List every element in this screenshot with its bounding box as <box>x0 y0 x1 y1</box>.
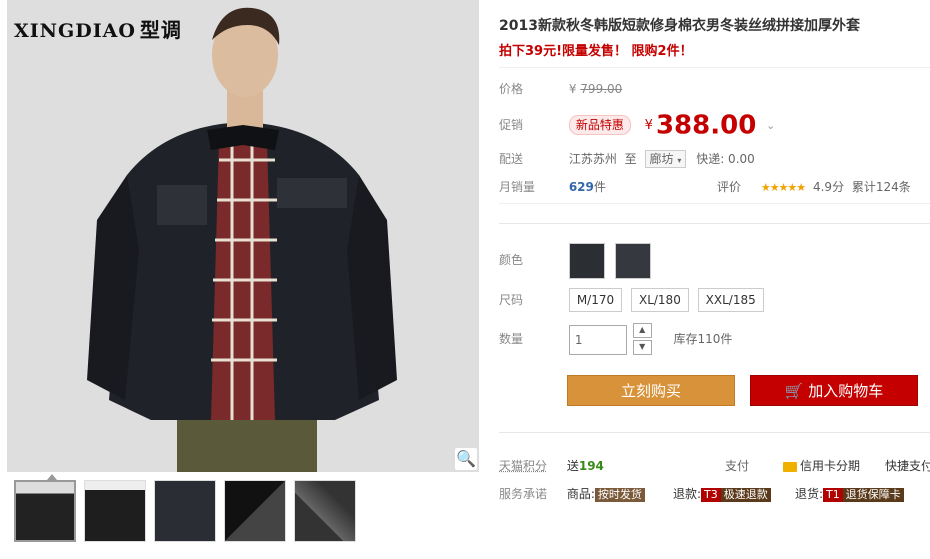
chevron-down-icon[interactable]: ⌄ <box>766 119 775 132</box>
pay-label: 支付 <box>725 459 750 473</box>
price-box: 价格 ¥ 799.00 促销 新品特惠 ¥388.00 ⌄ 配送 江苏苏州 至 … <box>499 67 930 204</box>
product-main-image[interactable]: XINGDIAO 型调 🔍 <box>7 0 479 472</box>
gallery: XINGDIAO 型调 🔍 <box>7 0 479 559</box>
brand-cn: 型调 <box>139 18 182 42</box>
divider <box>499 223 930 224</box>
size-row: 尺码 M/170 XL/180 XXL/185 <box>499 288 769 312</box>
original-price: 799.00 <box>580 82 623 96</box>
sales-label: 月销量 <box>499 180 536 194</box>
color-swatch-1[interactable] <box>568 242 605 279</box>
service-row: 服务承诺 商品: 按时发货 退款: T3 极速退款 退货: T1 退货保障卡 <box>499 483 930 505</box>
currency-symbol: ¥ <box>568 82 577 96</box>
model-illustration <box>7 0 479 472</box>
product-subtitle: 拍下39元!限量发售！ 限购2件！ <box>499 44 693 59</box>
goods-tag[interactable]: 按时发货 <box>594 488 645 502</box>
promo-badge: 新品特惠 <box>568 115 631 135</box>
add-to-cart-button[interactable]: 🛒 加入购物车 <box>750 375 918 406</box>
shipping-to-word: 至 <box>624 152 637 166</box>
size-option[interactable]: XL/180 <box>630 288 689 312</box>
sales-unit: 件 <box>593 180 606 194</box>
rating-stars: ★★★★★ <box>760 181 806 194</box>
refund-label: 退款: <box>673 487 702 501</box>
return-label: 退货: <box>795 487 824 501</box>
shipping-label: 配送 <box>499 152 524 166</box>
goods-label: 商品: <box>566 487 595 501</box>
quantity-stepper: ▲ ▼ <box>632 322 652 357</box>
credit-installment[interactable]: 信用卡分期 <box>783 455 860 477</box>
credit-label: 信用卡分期 <box>800 459 861 473</box>
refund-tag[interactable]: 极速退款 <box>720 488 771 502</box>
express-fee: 快递: 0.00 <box>696 152 755 166</box>
destination-select[interactable]: 廊坊 ▾ <box>644 150 687 168</box>
thumbnail-3[interactable] <box>154 480 216 542</box>
thumbnail-5[interactable] <box>294 480 356 542</box>
divider <box>499 432 930 433</box>
quantity-input[interactable]: 1 <box>568 324 627 355</box>
promo-label: 促销 <box>499 118 524 132</box>
product-title: 2013新款秋冬韩版短款修身棉衣男冬装丝绒拼接加厚外套 <box>499 18 860 34</box>
stepper-down-icon[interactable]: ▼ <box>632 339 652 355</box>
thumbnail-strip <box>14 480 356 542</box>
sales-count: 629 <box>568 180 594 194</box>
quick-pay[interactable]: 快捷支付 <box>885 455 930 477</box>
select-arrow-icon: ▾ <box>677 156 682 165</box>
price-row: 价格 ¥ 799.00 <box>499 78 622 100</box>
thumbnail-1[interactable] <box>14 480 76 542</box>
price-label: 价格 <box>499 82 524 96</box>
review-label: 评价 <box>717 180 742 194</box>
quantity-row: 数量 1 ▲ ▼ 库存110件 <box>499 322 732 356</box>
points-give: 送 <box>566 459 579 473</box>
brand-latin: XINGDIAO <box>14 20 136 42</box>
thumbnail-4[interactable] <box>224 480 286 542</box>
refund-commitment: 退款: T3 极速退款 <box>673 483 771 505</box>
brand-logo: XINGDIAO 型调 <box>14 14 182 43</box>
thumbnail-2[interactable] <box>84 480 146 542</box>
points-value: 194 <box>578 459 604 473</box>
promo-price: 388.00 <box>655 110 757 141</box>
size-option[interactable]: M/170 <box>568 288 623 312</box>
size-option[interactable]: XXL/185 <box>697 288 764 312</box>
stepper-up-icon[interactable]: ▲ <box>632 322 652 338</box>
refund-code: T3 <box>701 488 721 502</box>
rating-score: 4.9分 <box>812 180 845 194</box>
points-label[interactable]: 天猫积分 <box>499 455 547 477</box>
destination-value: 廊坊 <box>649 152 674 166</box>
color-row: 颜色 <box>499 242 657 279</box>
cart-icon: 🛒 <box>784 382 804 400</box>
add-to-cart-label: 加入购物车 <box>808 382 884 400</box>
credit-card-icon <box>783 461 797 472</box>
buy-now-button[interactable]: 立刻购买 <box>567 375 735 406</box>
zoom-icon[interactable]: 🔍 <box>455 448 477 470</box>
sales-row: 月销量 629件 评价 ★★★★★ 4.9分 累计124条 <box>499 176 930 198</box>
stock-text: 库存110件 <box>673 332 733 346</box>
return-code: T1 <box>823 488 843 502</box>
color-label: 颜色 <box>499 253 524 267</box>
shipping-from: 江苏苏州 <box>568 152 617 166</box>
product-info: 2013新款秋冬韩版短款修身棉衣男冬装丝绒拼接加厚外套 拍下39元!限量发售！ … <box>499 0 930 559</box>
color-swatch-2[interactable] <box>614 242 651 279</box>
size-label: 尺码 <box>499 293 524 307</box>
quantity-label: 数量 <box>499 332 524 346</box>
return-commitment: 退货: T1 退货保障卡 <box>795 483 904 505</box>
shipping-row: 配送 江苏苏州 至 廊坊 ▾ 快递: 0.00 <box>499 148 755 170</box>
promo-currency: ¥ <box>644 118 653 133</box>
review-total[interactable]: 累计124条 <box>852 180 911 194</box>
points-row: 天猫积分 送194 支付 信用卡分期 快捷支付 <box>499 455 930 477</box>
return-tag[interactable]: 退货保障卡 <box>842 488 904 502</box>
promo-row: 促销 新品特惠 ¥388.00 ⌄ <box>499 110 775 141</box>
service-label: 服务承诺 <box>499 487 548 501</box>
